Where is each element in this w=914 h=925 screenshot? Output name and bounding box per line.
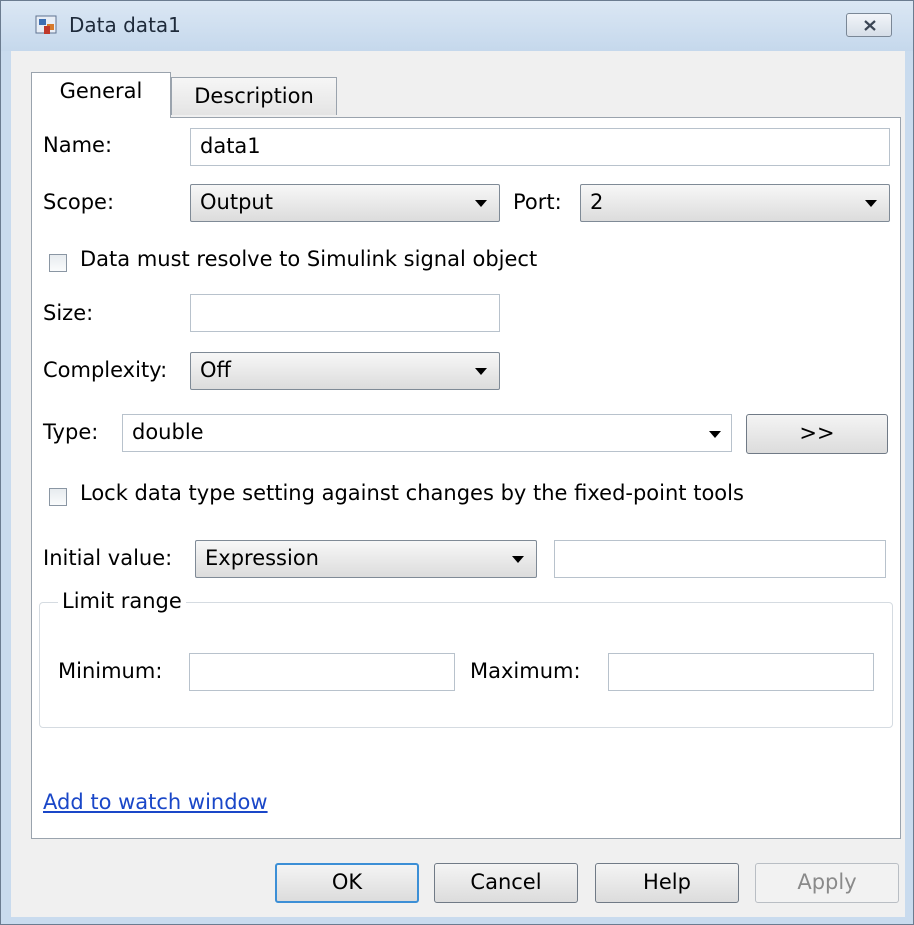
tab-general-label: General (59, 79, 143, 103)
minimum-field[interactable] (189, 653, 455, 691)
general-panel: Name: data1 Scope: Output Port: 2 Data m… (31, 117, 901, 839)
complexity-dropdown[interactable]: Off (190, 352, 500, 390)
cancel-button[interactable]: Cancel (434, 863, 578, 903)
add-to-watch-link[interactable]: Add to watch window (43, 790, 268, 814)
tab-description-label: Description (194, 84, 314, 108)
help-button[interactable]: Help (595, 863, 739, 903)
apply-button[interactable]: Apply (755, 863, 899, 903)
maximum-field[interactable] (608, 653, 874, 691)
dialog-window: Data data1 General Description Name: dat… (0, 0, 914, 925)
type-label: Type: (43, 420, 99, 444)
chevron-down-icon (475, 368, 487, 375)
dialog-client: General Description Name: data1 Scope: O… (11, 51, 905, 917)
size-field[interactable] (190, 294, 500, 332)
maximum-label: Maximum: (470, 659, 581, 683)
resolve-signal-checkbox[interactable] (49, 254, 67, 272)
title-bar[interactable]: Data data1 (1, 1, 913, 51)
resolve-signal-label: Data must resolve to Simulink signal obj… (80, 247, 538, 271)
port-value: 2 (590, 190, 604, 214)
chevron-down-icon (709, 431, 721, 438)
scope-dropdown[interactable]: Output (190, 184, 500, 222)
initial-value-label: Initial value: (43, 546, 173, 570)
size-label: Size: (43, 301, 94, 325)
initial-value-mode-dropdown[interactable]: Expression (195, 540, 537, 578)
complexity-value: Off (200, 358, 231, 382)
lock-type-label: Lock data type setting against changes b… (80, 481, 744, 505)
window-title: Data data1 (69, 13, 181, 37)
ok-button[interactable]: OK (275, 863, 419, 903)
close-button[interactable] (846, 13, 892, 37)
scope-value: Output (200, 190, 273, 214)
port-label: Port: (513, 190, 562, 214)
simulink-data-icon (35, 14, 59, 36)
tab-strip: General Description (11, 51, 905, 118)
complexity-label: Complexity: (43, 358, 168, 382)
chevron-down-icon (512, 556, 524, 563)
type-value: double (132, 420, 204, 444)
minimum-label: Minimum: (58, 659, 163, 683)
scope-label: Scope: (43, 190, 115, 214)
limit-range-group: Limit range Minimum: Maximum: (39, 589, 893, 728)
chevron-down-icon (865, 200, 877, 207)
initial-value-field[interactable] (554, 540, 886, 578)
type-combobox[interactable]: double (122, 414, 732, 452)
name-field[interactable]: data1 (190, 128, 890, 166)
tab-general[interactable]: General (31, 72, 171, 118)
lock-type-checkbox[interactable] (49, 488, 67, 506)
initial-value-mode: Expression (205, 546, 319, 570)
port-dropdown[interactable]: 2 (580, 184, 890, 222)
chevron-down-icon (475, 200, 487, 207)
tab-description[interactable]: Description (171, 77, 337, 115)
close-icon (864, 20, 876, 31)
limit-range-legend: Limit range (58, 589, 186, 613)
data-type-assistant-button[interactable]: >> (746, 414, 888, 454)
name-label: Name: (43, 133, 113, 157)
